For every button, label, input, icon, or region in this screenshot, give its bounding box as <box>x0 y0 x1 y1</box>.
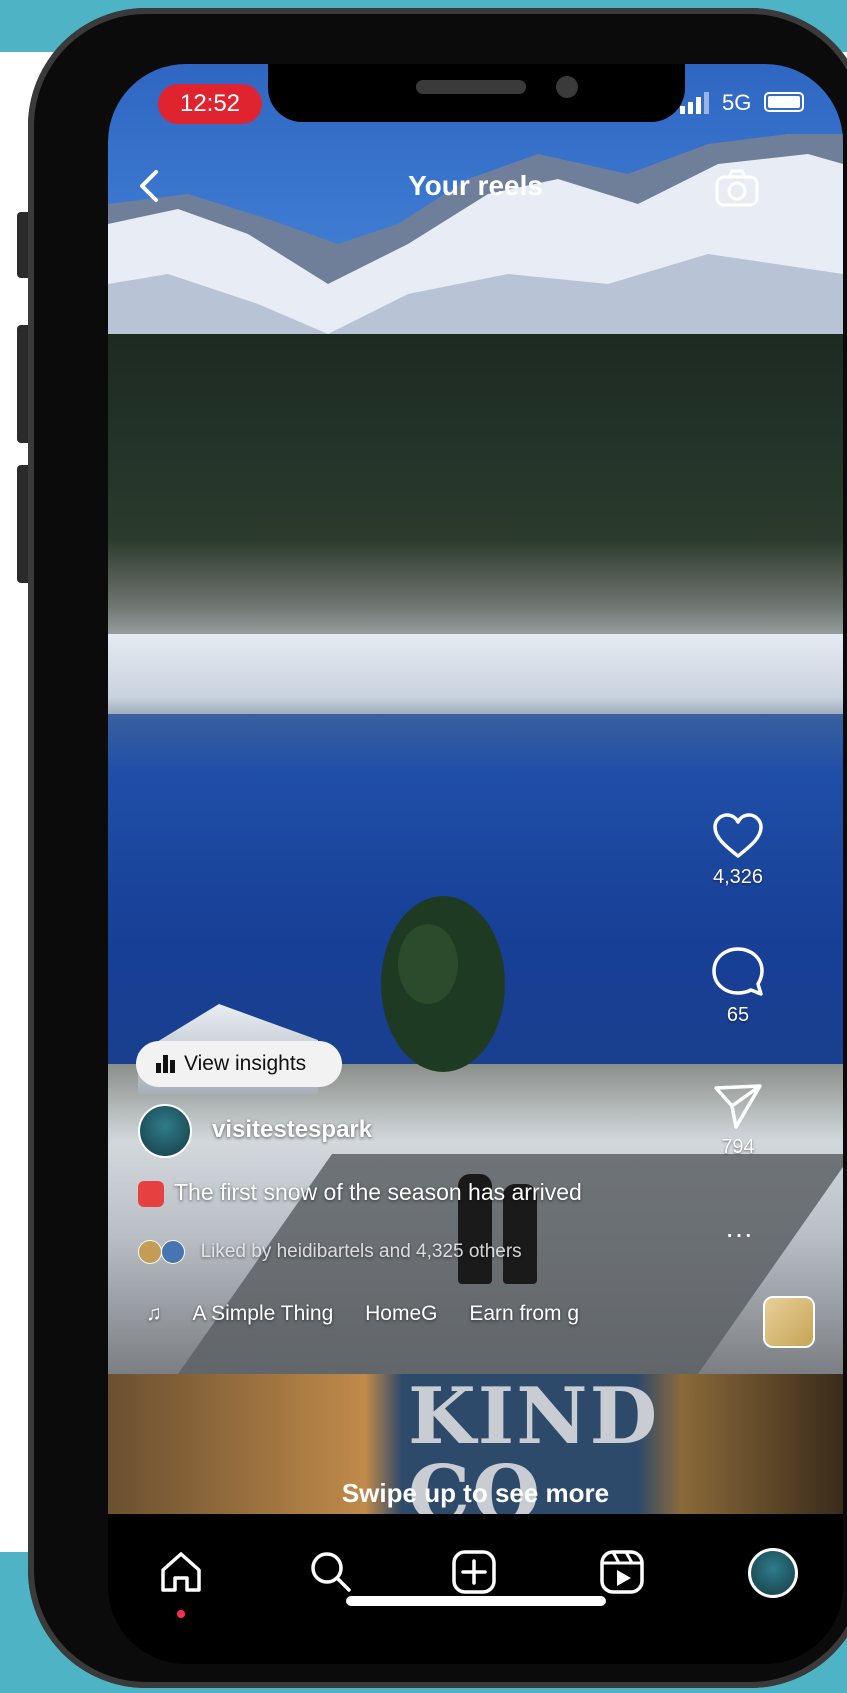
audio-thumbnail[interactable] <box>763 1296 815 1348</box>
network-type: 5G <box>722 90 752 115</box>
notification-dot <box>177 1610 185 1618</box>
profile-avatar[interactable] <box>748 1548 798 1598</box>
battery-icon <box>764 92 804 112</box>
liker-avatar <box>138 1240 162 1264</box>
front-camera <box>556 76 578 98</box>
phone-screen: KIND CO Swipe up to see more 12:52 5G Yo… <box>108 64 843 1664</box>
pushpin-emoji <box>138 1180 164 1207</box>
caption-text: The first snow of the season has arrived <box>174 1179 582 1205</box>
liked-by[interactable]: Liked by heidibartels and 4,325 others <box>138 1240 522 1264</box>
comment-count: 65 <box>726 1004 750 1026</box>
share-button[interactable]: 794 <box>698 1082 778 1159</box>
status-time: 12:52 <box>158 84 262 124</box>
caption[interactable]: The first snow of the season has arrived <box>138 1179 582 1207</box>
heart-icon <box>713 813 763 858</box>
avatar[interactable] <box>138 1104 192 1158</box>
send-icon <box>714 1084 762 1129</box>
home-indicator[interactable] <box>346 1596 606 1606</box>
share-count: 794 <box>721 1136 755 1158</box>
like-button[interactable]: 4,326 <box>698 812 778 889</box>
audio-track: A Simple Thing <box>192 1302 334 1325</box>
liker-avatar <box>161 1240 186 1264</box>
like-count: 4,326 <box>712 866 764 888</box>
comment-button[interactable]: 65 <box>698 946 778 1027</box>
username[interactable]: visitestespark <box>212 1116 372 1144</box>
swipe-up-hint: Swipe up to see more <box>341 1478 610 1508</box>
bottom-nav <box>108 1514 843 1664</box>
home-icon[interactable] <box>155 1546 207 1598</box>
more-options-button[interactable]: ··· <box>713 1220 765 1248</box>
camera-icon[interactable] <box>713 168 761 208</box>
speaker <box>416 80 526 94</box>
liked-by-text: Liked by heidibartels and 4,325 others <box>200 1241 522 1263</box>
reel-video[interactable] <box>108 64 843 1374</box>
earn-text: Earn from g <box>469 1302 580 1325</box>
audio-track: HomeG <box>365 1302 438 1325</box>
phone-frame: KIND CO Swipe up to see more 12:52 5G Yo… <box>28 8 847 1688</box>
create-icon[interactable] <box>448 1546 500 1598</box>
bar-chart-icon <box>156 1055 175 1073</box>
snowy-shoreline <box>108 634 843 724</box>
reels-icon[interactable] <box>596 1546 648 1598</box>
forest-town <box>108 334 843 674</box>
comment-icon <box>712 947 764 996</box>
signal-icon <box>680 92 709 114</box>
view-insights-label: View insights <box>184 1052 307 1075</box>
audio-ticker[interactable]: ♫ A Simple Thing HomeG Earn from g <box>146 1302 605 1326</box>
next-reel-preview[interactable]: KIND CO Swipe up to see more <box>108 1374 843 1514</box>
pine-tree <box>381 896 505 1072</box>
view-insights-button[interactable]: View insights <box>136 1041 342 1087</box>
search-icon[interactable] <box>305 1546 357 1598</box>
notch <box>268 64 685 122</box>
music-note-icon: ♫ <box>146 1302 162 1325</box>
